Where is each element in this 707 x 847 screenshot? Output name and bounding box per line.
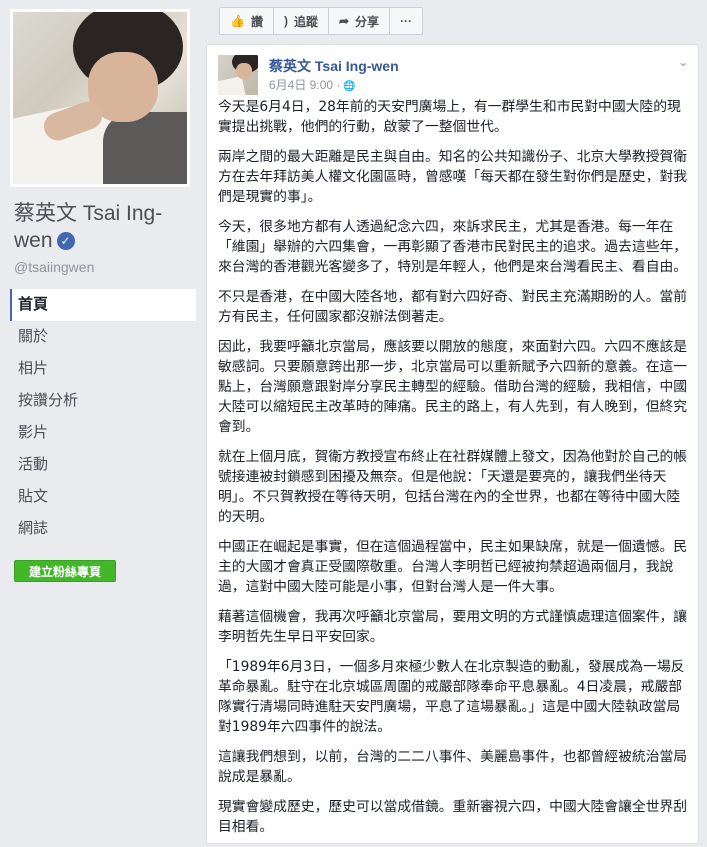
page-name[interactable]: 蔡英文 Tsai Ing- wen ✓ bbox=[14, 200, 194, 254]
follow-button[interactable]: ) 追蹤 bbox=[272, 7, 329, 35]
profile-photo[interactable] bbox=[10, 9, 190, 187]
post-paragraph: 因此，我要呼籲北京當局，應該要以開放的態度，來面對六四。六四不應該是敏感詞。只要… bbox=[218, 339, 688, 435]
rss-icon: ) bbox=[283, 14, 288, 28]
globe-icon: 🌐 bbox=[343, 81, 356, 92]
page-action-bar: 👍 讚 ) 追蹤 ➦ 分享 ··· bbox=[219, 7, 424, 35]
more-button[interactable]: ··· bbox=[389, 7, 424, 35]
post-paragraph: 不只是香港，在中國大陸各地，都有對六四好奇、對民主充滿期盼的人。當前方有民主，任… bbox=[218, 289, 688, 325]
post-timestamp-text[interactable]: 6月4日 9:00 · bbox=[269, 78, 340, 92]
nav-item-home[interactable]: 首頁 bbox=[10, 289, 196, 321]
share-label: 分享 bbox=[355, 14, 380, 29]
thumbs-up-icon: 👍 bbox=[230, 14, 245, 28]
share-arrow-icon: ➦ bbox=[338, 14, 350, 28]
nav-item-likes[interactable]: 按讚分析 bbox=[10, 385, 196, 417]
post-body: 今天是6月4日，28年前的天安門廣場上，有一群學生和市民對中國大陸的現實提出挑戰… bbox=[218, 97, 688, 847]
post-paragraph: 兩岸之間的最大距離是民主與自由。知名的公共知識份子、北京大學教授賀衛方在去年拜訪… bbox=[218, 149, 688, 205]
post-paragraph: 「1989年6月3日，一個多月來極少數人在北京製造的動亂，發展成為一場反革命暴亂… bbox=[218, 659, 685, 735]
post-paragraph: 就在上個月底，賀衛方教授宣布終止在社群媒體上發文，因為他對於自己的帳號接連被封鎖… bbox=[218, 449, 688, 525]
verified-badge-icon: ✓ bbox=[56, 232, 75, 250]
share-button[interactable]: ➦ 分享 bbox=[327, 7, 391, 35]
post-paragraph: 現實會變成歷史，歷史可以當成借鏡。重新審視六四，中國大陸會讓全世界刮目相看。 bbox=[218, 799, 688, 835]
post-author[interactable]: 蔡英文 Tsai Ing-wen bbox=[269, 56, 399, 76]
like-button[interactable]: 👍 讚 bbox=[219, 7, 274, 35]
nav-item-posts[interactable]: 貼文 bbox=[10, 481, 196, 513]
post-paragraph: 藉著這個機會，我再次呼籲北京當局，要用文明的方式謹慎處理這個案件，讓李明哲先生早… bbox=[218, 609, 688, 645]
post-paragraph: 今天是6月4日，28年前的天安門廣場上，有一群學生和市民對中國大陸的現實提出挑戰… bbox=[218, 99, 681, 135]
post-paragraph: 今天，很多地方都有人透過紀念六四，來訴求民主，尤其是香港。每一年在「維園」舉辦的… bbox=[218, 219, 688, 275]
post-card: 蔡英文 Tsai Ing-wen 6月4日 9:00 · 🌐 ⌄ 今天是6月4日，… bbox=[206, 44, 699, 844]
nav-item-videos[interactable]: 影片 bbox=[10, 417, 196, 449]
create-page-button[interactable]: 建立粉絲專頁 bbox=[14, 560, 116, 582]
post-avatar[interactable] bbox=[218, 55, 258, 95]
more-icon: ··· bbox=[400, 14, 413, 28]
left-column: 蔡英文 Tsai Ing- wen ✓ @tsaiingwen 首頁 關於 相片 … bbox=[0, 0, 200, 837]
post-timestamp[interactable]: 6月4日 9:00 · 🌐 bbox=[269, 76, 356, 93]
follow-label: 追蹤 bbox=[293, 14, 318, 29]
post-paragraph: 這讓我們想到，以前，台灣的二二八事件、美麗島事件，也都曾經被統治當局說成是暴亂。 bbox=[218, 749, 688, 785]
nav-item-photos[interactable]: 相片 bbox=[10, 353, 196, 385]
page-name-line1[interactable]: 蔡英文 Tsai Ing- bbox=[14, 202, 162, 225]
page-nav: 首頁 關於 相片 按讚分析 影片 活動 貼文 網誌 bbox=[10, 289, 196, 545]
nav-item-events[interactable]: 活動 bbox=[10, 449, 196, 481]
page-name-line2[interactable]: wen bbox=[14, 229, 53, 252]
nav-item-about[interactable]: 關於 bbox=[10, 321, 196, 353]
like-label: 讚 bbox=[250, 14, 263, 29]
chevron-down-icon[interactable]: ⌄ bbox=[678, 55, 688, 69]
post-paragraph: 中國正在崛起是事實，但在這個過程當中，民主如果缺席，就是一個遺憾。民主的大國才會… bbox=[218, 539, 688, 595]
nav-item-notes[interactable]: 網誌 bbox=[10, 513, 196, 545]
page-handle[interactable]: @tsaiingwen bbox=[14, 259, 94, 275]
